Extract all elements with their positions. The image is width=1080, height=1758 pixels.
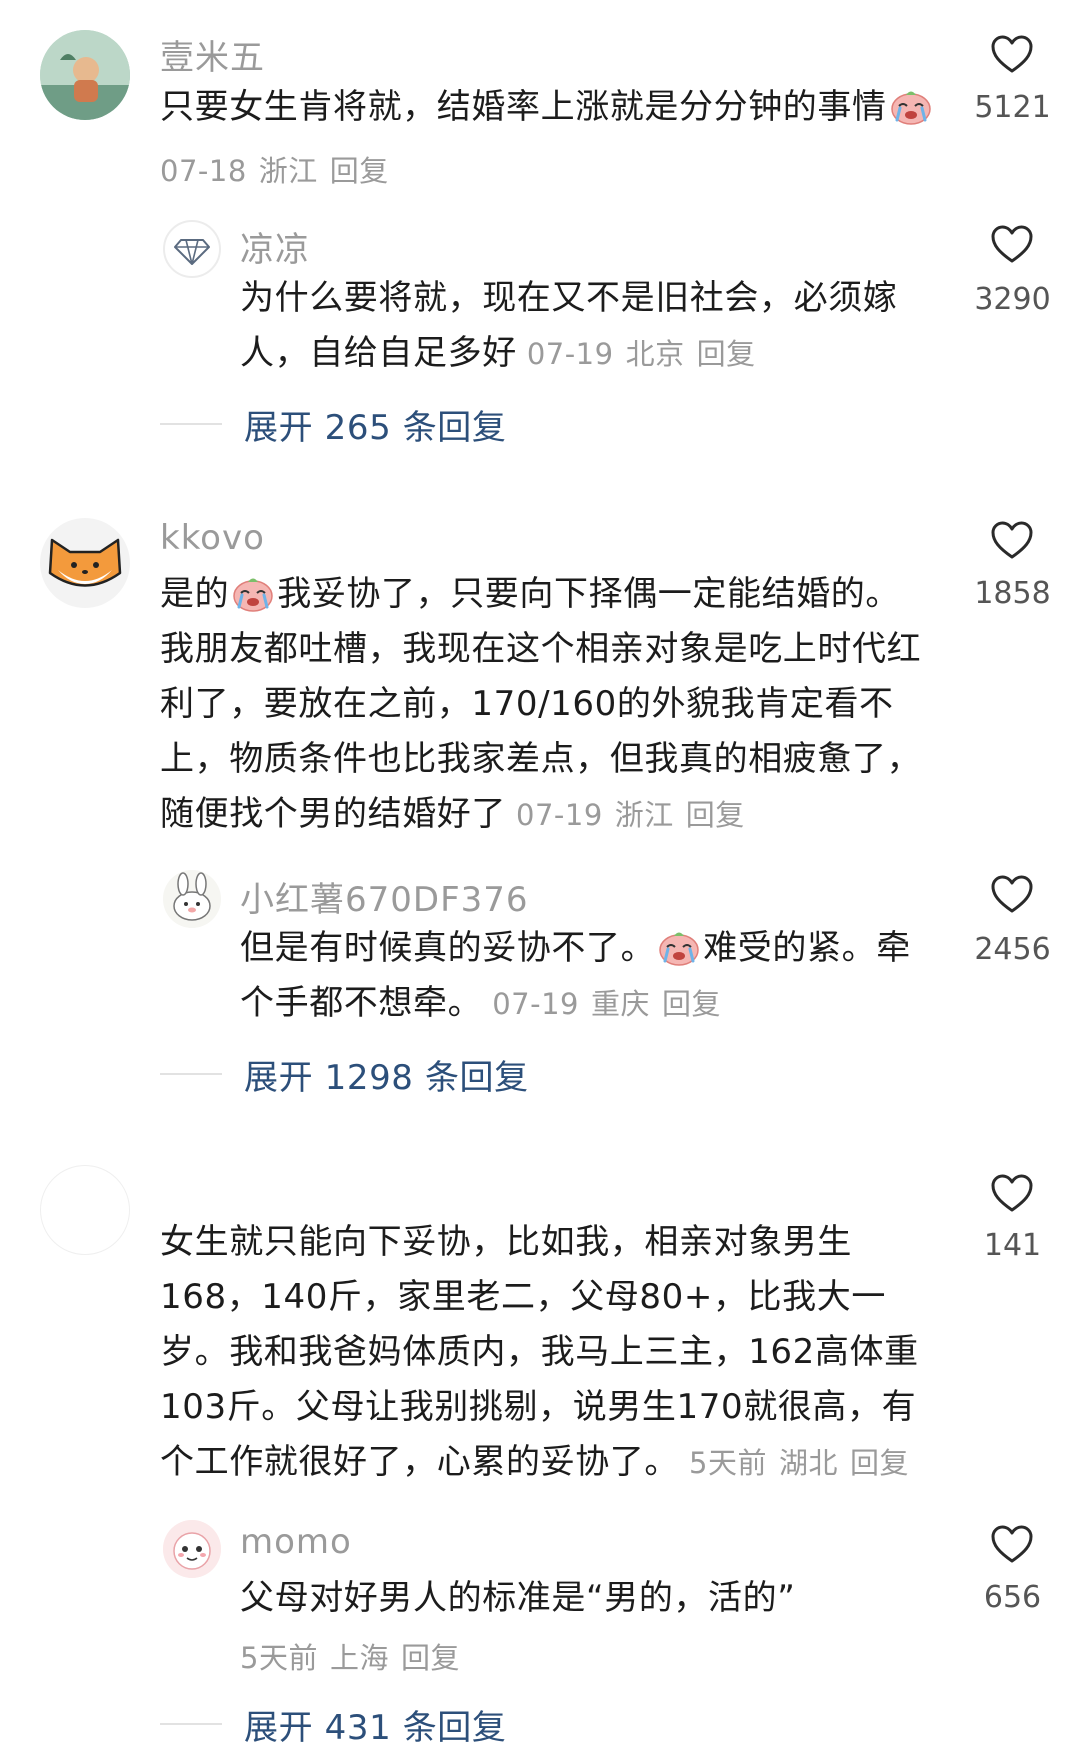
reply-date: 07-19 xyxy=(526,337,614,371)
reply-text-content: 难受的紧。牵 xyxy=(703,928,911,968)
expand-replies-button[interactable]: 展开 1298 条回复 xyxy=(160,1052,529,1098)
comment-text-line: 岁。我和我爸妈体质内，我马上三主，162高体重 xyxy=(160,1332,919,1372)
reply-meta: 07-19 北京 回复 xyxy=(527,337,756,371)
comment-text-content: 随便找个男的结婚好了 xyxy=(160,794,506,834)
reply-meta: 07-19 重庆 回复 xyxy=(492,987,721,1021)
comment-date: 5天前 xyxy=(689,1446,767,1480)
like-count: 3290 xyxy=(974,282,1051,317)
comment-text-line: 女生就只能向下妥协，比如我，相亲对象男生 xyxy=(160,1222,852,1262)
comment-text-line: 是的 我妥协了，只要向下择偶一定能结婚的。 xyxy=(160,567,921,622)
divider-line xyxy=(160,1073,222,1075)
comment-meta: 07-19 浙江 回复 xyxy=(516,798,745,832)
comment-text-content: 是的 xyxy=(160,574,230,614)
reply-text: 为什么要将就，现在又不是旧社会，必须嫁 人，自给自足多好 07-19 北京 回复 xyxy=(240,271,897,382)
avatar-image xyxy=(40,30,130,120)
divider-line xyxy=(160,1723,222,1725)
comment-date: 07-18 xyxy=(160,154,247,188)
like-count: 2456 xyxy=(974,932,1051,967)
reply-button[interactable]: 回复 xyxy=(697,337,756,371)
avatar[interactable] xyxy=(163,870,221,928)
username[interactable]: momo xyxy=(240,1522,352,1562)
reply-text-content: 但是有时候真的妥协不了。 xyxy=(240,928,656,968)
heart-outline-icon[interactable] xyxy=(990,520,1034,560)
comment-meta: 5天前 湖北 回复 xyxy=(689,1446,909,1480)
expand-replies-label: 展开 431 条回复 xyxy=(244,1707,507,1748)
crying-emoji-icon xyxy=(889,86,933,126)
like-count: 141 xyxy=(983,1228,1042,1263)
comment-text-line: 随便找个男的结婚好了 07-19 浙江 回复 xyxy=(160,787,921,843)
avatar[interactable] xyxy=(163,220,221,278)
momo-avatar-image xyxy=(163,1520,221,1578)
reply-text-content: 人，自给自足多好 xyxy=(240,333,517,373)
comment-text-content: 个工作就很好了，心累的妥协了。 xyxy=(160,1442,679,1482)
comment-text-line: 个工作就很好了，心累的妥协了。 5天前 湖北 回复 xyxy=(160,1435,919,1491)
reply-date: 07-19 xyxy=(492,987,579,1021)
reply-location: 重庆 xyxy=(590,987,650,1021)
reply-button[interactable]: 回复 xyxy=(662,987,721,1021)
heart-outline-icon[interactable] xyxy=(990,34,1034,74)
heart-outline-icon[interactable] xyxy=(990,1524,1034,1564)
expand-replies-button[interactable]: 展开 431 条回复 xyxy=(160,1702,507,1748)
expand-replies-button[interactable]: 展开 265 条回复 xyxy=(160,402,507,448)
reply-button[interactable]: 回复 xyxy=(330,154,389,188)
avatar[interactable] xyxy=(40,30,130,120)
diamond-icon xyxy=(174,239,210,265)
avatar[interactable] xyxy=(163,1520,221,1578)
reply-meta: 5天前 上海 回复 xyxy=(240,1635,460,1677)
comment-text: 是的 我妥协了，只要向下择偶一定能结婚的。 我朋友都吐槽，我现在这个相亲对象是吃上… xyxy=(160,567,921,843)
reply-text-content: 个手都不想牵。 xyxy=(240,983,483,1023)
reply-text: 父母对好男人的标准是“男的，活的” xyxy=(240,1578,796,1618)
reply-text-line: 个手都不想牵。 07-19 重庆 回复 xyxy=(240,976,911,1032)
expand-replies-label: 展开 1298 条回复 xyxy=(244,1057,529,1098)
comment-text-line: 利了，要放在之前，170/160的外貌我肯定看不 xyxy=(160,684,894,724)
comment-location: 浙江 xyxy=(258,154,318,188)
crying-emoji-icon xyxy=(231,573,275,613)
crying-emoji-icon xyxy=(657,927,701,967)
expand-replies-label: 展开 265 条回复 xyxy=(244,407,507,448)
like-count: 1858 xyxy=(974,576,1051,611)
avatar[interactable] xyxy=(40,518,130,608)
heart-outline-icon[interactable] xyxy=(990,874,1034,914)
comment-location: 浙江 xyxy=(614,798,674,832)
like-count: 656 xyxy=(983,1580,1042,1615)
username[interactable]: 小红薯670DF376 xyxy=(240,872,529,921)
comment-date: 07-19 xyxy=(516,798,603,832)
reply-text-line: 为什么要将就，现在又不是旧社会，必须嫁 xyxy=(240,278,898,318)
comment-text-content: 只要女生肯将就，结婚率上涨就是分分钟的事情 xyxy=(160,87,887,127)
reply-button[interactable]: 回复 xyxy=(686,798,745,832)
comment-text: 女生就只能向下妥协，比如我，相亲对象男生 168，140斤，家里老二，父母80+… xyxy=(160,1215,919,1491)
heart-outline-icon[interactable] xyxy=(990,1173,1034,1213)
fox-avatar-image xyxy=(40,518,130,608)
comment-text: 只要女生肯将就，结婚率上涨就是分分钟的事情 xyxy=(160,80,935,135)
reply-text-line: 人，自给自足多好 07-19 北京 回复 xyxy=(240,326,897,382)
reply-location: 上海 xyxy=(329,1641,389,1675)
reply-date: 5天前 xyxy=(240,1641,318,1675)
username[interactable]: kkovo xyxy=(160,518,265,558)
username[interactable]: 凉凉 xyxy=(240,222,310,271)
comment-text-line: 168，140斤，家里老二，父母80+，比我大一 xyxy=(160,1277,886,1317)
reply-button[interactable]: 回复 xyxy=(401,1641,460,1675)
avatar[interactable] xyxy=(40,1165,130,1255)
comment-meta: 07-18 浙江 回复 xyxy=(160,148,389,190)
comment-location: 湖北 xyxy=(778,1446,838,1480)
rabbit-avatar-image xyxy=(163,870,221,928)
username[interactable]: 壹米五 xyxy=(160,30,265,79)
divider-line xyxy=(160,423,222,425)
comment-text-line: 103斤。父母让我别挑剔，说男生170就很高，有 xyxy=(160,1387,917,1427)
like-count: 5121 xyxy=(974,90,1051,125)
reply-location: 北京 xyxy=(625,337,685,371)
reply-text: 但是有时候真的妥协不了。 难受的紧。牵 个手都不想牵。 07-19 重庆 回复 xyxy=(240,921,911,1032)
reply-text-line: 但是有时候真的妥协不了。 难受的紧。牵 xyxy=(240,921,911,976)
comment-text-line: 上，物质条件也比我家差点，但我真的相疲惫了， xyxy=(160,739,922,779)
heart-outline-icon[interactable] xyxy=(990,224,1034,264)
reply-button[interactable]: 回复 xyxy=(850,1446,909,1480)
comment-text-content: 我妥协了，只要向下择偶一定能结婚的。 xyxy=(277,574,901,614)
comment-text-line: 我朋友都吐槽，我现在这个相亲对象是吃上时代红 xyxy=(160,629,922,669)
